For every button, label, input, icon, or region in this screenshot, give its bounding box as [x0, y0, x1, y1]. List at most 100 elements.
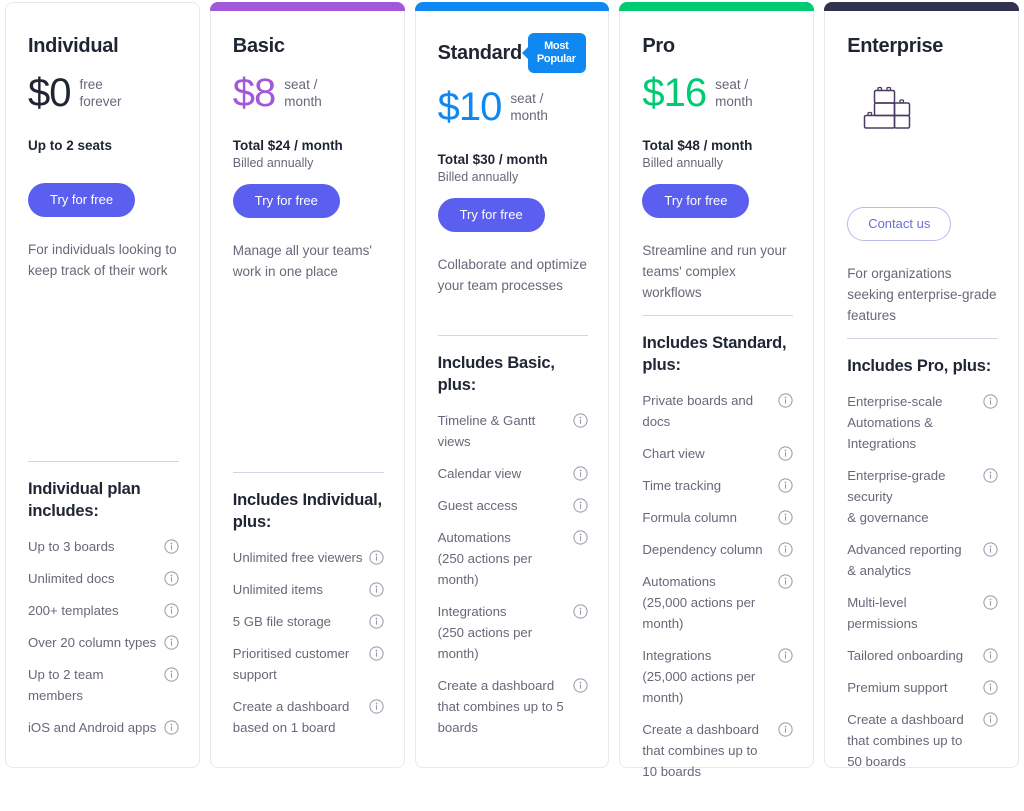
- try-for-free-button[interactable]: Try for free: [642, 184, 750, 218]
- info-icon[interactable]: [164, 635, 179, 650]
- info-icon[interactable]: [368, 699, 384, 714]
- features-heading: Includes Basic, plus:: [437, 354, 555, 394]
- total-price: Total $48 / month: [642, 138, 753, 153]
- price-row: $16 seat / month: [642, 71, 793, 117]
- feature-label: Automations (25,000 actions per month): [642, 574, 756, 631]
- info-icon[interactable]: [573, 530, 588, 545]
- feature-label: Timeline & Gantt views: [437, 413, 536, 449]
- feature-item: Dependency column: [642, 539, 793, 560]
- price-unit: seat / month: [715, 77, 753, 109]
- info-icon[interactable]: [983, 595, 998, 610]
- info-icon[interactable]: [778, 478, 793, 493]
- feature-item: Premium support: [847, 677, 998, 698]
- feature-label: Unlimited items: [232, 582, 323, 597]
- info-icon[interactable]: [573, 413, 588, 428]
- plan-accent-bar: [824, 2, 1019, 11]
- section-divider: [847, 338, 998, 339]
- section-divider: [437, 335, 589, 336]
- most-popular-badge: Most Popular: [527, 33, 586, 73]
- feature-item: Prioritised customer support: [233, 643, 384, 685]
- info-icon[interactable]: [573, 678, 588, 693]
- feature-item: Timeline & Gantt views: [438, 410, 589, 452]
- plan-accent-bar: [209, 2, 405, 11]
- feature-item: Guest access: [438, 495, 589, 516]
- info-icon[interactable]: [778, 393, 793, 408]
- plan-name: Basic: [232, 35, 285, 57]
- info-icon[interactable]: [778, 648, 793, 663]
- total-price-block: Total $30 / month Billed annually: [438, 151, 589, 186]
- cta-row: Contact us: [847, 207, 998, 241]
- seats-limit: Up to 2 seats: [28, 138, 113, 153]
- feature-item: Calendar view: [438, 463, 589, 484]
- cta-row: Try for free: [232, 184, 384, 218]
- plan-card-enterprise: Enterprise Contact us For organizations se…: [824, 2, 1019, 769]
- section-divider: [28, 461, 179, 462]
- total-price-block-empty: [847, 161, 998, 195]
- feature-label: Unlimited docs: [28, 571, 115, 586]
- info-icon[interactable]: [778, 574, 793, 589]
- info-icon[interactable]: [778, 510, 793, 525]
- try-for-free-button[interactable]: Try for free: [437, 198, 545, 232]
- feature-label: 200+ templates: [28, 603, 119, 618]
- info-icon[interactable]: [778, 446, 793, 461]
- plan-card-basic: Basic $8 seat / month Total $24 / month Bill…: [209, 2, 405, 768]
- info-icon[interactable]: [164, 667, 179, 682]
- info-icon[interactable]: [164, 720, 179, 735]
- section-divider: [642, 315, 794, 316]
- billing-period: Billed annually: [232, 156, 314, 170]
- feature-label: Dependency column: [642, 542, 763, 557]
- info-icon[interactable]: [778, 722, 793, 737]
- plan-card-body: Enterprise Contact us For organizations se…: [825, 3, 1018, 801]
- info-icon[interactable]: [983, 680, 998, 695]
- feature-item: Unlimited docs: [28, 568, 179, 589]
- info-icon[interactable]: [573, 466, 588, 481]
- info-icon[interactable]: [983, 468, 998, 483]
- feature-label: Premium support: [847, 680, 948, 695]
- plan-tagline: For organizations seeking enterprise-gra…: [847, 266, 997, 323]
- total-price: Total $24 / month: [232, 138, 343, 153]
- feature-item: Over 20 column types: [28, 632, 179, 653]
- info-icon[interactable]: [573, 604, 588, 619]
- info-icon[interactable]: [778, 542, 793, 557]
- feature-label: Integrations (25,000 actions per month): [642, 648, 756, 705]
- feature-item: Create a dashboard that combines up to 5…: [438, 675, 589, 738]
- try-for-free-button[interactable]: Try for free: [28, 183, 136, 217]
- info-icon[interactable]: [368, 646, 384, 661]
- features-heading: Includes Pro, plus:: [847, 357, 991, 375]
- feature-item: Create a dashboard that combines up to 1…: [642, 719, 793, 782]
- price-amount: $8: [232, 71, 276, 115]
- feature-label: Create a dashboard based on 1 board: [232, 699, 350, 735]
- info-icon[interactable]: [983, 648, 998, 663]
- plan-card-pro: Pro $16 seat / month Total $48 / month Bille…: [619, 2, 815, 779]
- feature-label: iOS and Android apps: [28, 720, 157, 735]
- info-icon[interactable]: [983, 394, 998, 409]
- feature-label: Up to 3 boards: [28, 539, 115, 554]
- info-icon[interactable]: [983, 712, 998, 727]
- contact-us-button[interactable]: Contact us: [847, 207, 952, 241]
- feature-item: Chart view: [642, 443, 793, 464]
- feature-label: Time tracking: [642, 478, 722, 493]
- cta-row: Try for free: [642, 184, 793, 218]
- feature-item: Formula column: [642, 507, 793, 528]
- try-for-free-button[interactable]: Try for free: [232, 184, 340, 218]
- info-icon[interactable]: [368, 582, 384, 597]
- total-price-block: Total $48 / month Billed annually: [642, 137, 793, 172]
- info-icon[interactable]: [368, 614, 384, 629]
- info-icon[interactable]: [164, 571, 179, 586]
- info-icon[interactable]: [573, 498, 588, 513]
- cta-row: Try for free: [437, 198, 589, 232]
- pricing-plans-grid: Individual $0 free forever Up to 2 seats Try…: [0, 0, 1024, 779]
- features-section: Includes Pro, plus: Enterprise-scale Auto…: [847, 355, 998, 801]
- plan-tagline: Manage all your teams' work in one place: [232, 243, 372, 279]
- info-icon[interactable]: [368, 550, 384, 565]
- plan-card-body: Pro $16 seat / month Total $48 / month Bille…: [620, 3, 813, 811]
- feature-label: Calendar view: [437, 466, 522, 481]
- info-icon[interactable]: [164, 539, 179, 554]
- info-icon[interactable]: [164, 603, 179, 618]
- feature-item: Up to 2 team members: [28, 664, 179, 706]
- feature-item: Multi-level permissions: [847, 592, 998, 634]
- feature-item: Integrations (25,000 actions per month): [642, 645, 793, 708]
- feature-item: Up to 3 boards: [28, 536, 179, 557]
- price-row: $10 seat / month: [438, 85, 589, 131]
- info-icon[interactable]: [983, 542, 998, 557]
